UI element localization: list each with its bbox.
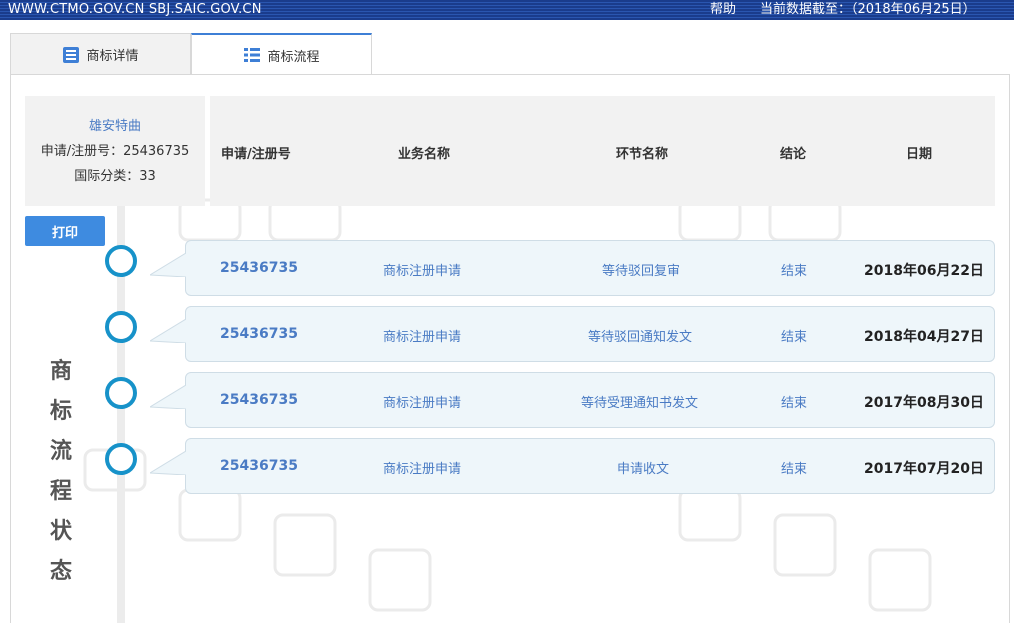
column-header-business: 业务名称 — [398, 147, 451, 162]
timeline-dot — [105, 377, 137, 409]
side-title-char: 标 — [49, 399, 72, 424]
table-header: 申请/注册号 业务名称 环节名称 结论 日期 — [210, 96, 995, 206]
timeline-row: 25436735 商标注册申请 等待驳回通知发文 结束 2018年04月27日 — [150, 306, 995, 362]
column-header-step: 环节名称 — [616, 147, 669, 162]
side-title-char: 状 — [49, 519, 72, 544]
row-step: 申请收文 — [617, 462, 670, 477]
speech-tail — [150, 451, 186, 475]
row-step: 等待驳回复审 — [602, 264, 681, 279]
row-business: 商标注册申请 — [383, 462, 462, 477]
speech-tail — [150, 253, 186, 277]
speech-tail — [150, 319, 186, 343]
side-title-char: 态 — [49, 559, 72, 584]
side-title-char: 程 — [49, 479, 72, 504]
row-result: 结束 — [781, 396, 808, 411]
row-result: 结束 — [781, 330, 808, 345]
international-class: 国际分类：33 — [74, 169, 156, 184]
row-reg-no: 25436735 — [220, 326, 298, 342]
timeline-dot — [105, 443, 137, 475]
speech-tail — [150, 385, 186, 409]
column-header-reg-no: 申请/注册号 — [221, 147, 291, 162]
side-title-char: 流 — [49, 439, 72, 464]
row-business: 商标注册申请 — [383, 264, 462, 279]
row-step: 等待驳回通知发文 — [588, 330, 693, 345]
row-reg-no: 25436735 — [220, 260, 298, 276]
print-button[interactable]: 打印 — [25, 216, 105, 246]
trademark-name: 雄安特曲 — [88, 119, 141, 134]
row-step: 等待受理通知书发文 — [581, 396, 699, 411]
row-date: 2017年08月30日 — [864, 395, 984, 411]
column-header-date: 日期 — [906, 147, 933, 162]
trademark-info-box: 雄安特曲 申请/注册号：25436735 国际分类：33 — [25, 96, 205, 206]
row-date: 2018年06月22日 — [864, 263, 984, 279]
side-title-char: 商 — [49, 359, 72, 384]
row-date: 2017年07月20日 — [864, 461, 984, 477]
row-business: 商标注册申请 — [383, 396, 462, 411]
timeline-row: 25436735 商标注册申请 等待受理通知书发文 结束 2017年08月30日 — [150, 372, 995, 428]
timeline-dot — [105, 311, 137, 343]
registration-number: 申请/注册号：25436735 — [40, 144, 190, 159]
row-result: 结束 — [781, 264, 808, 279]
row-business: 商标注册申请 — [383, 330, 462, 345]
row-reg-no: 25436735 — [220, 392, 298, 408]
timeline-row: 25436735 商标注册申请 申请收文 结束 2017年07月20日 — [150, 438, 995, 494]
row-reg-no: 25436735 — [220, 458, 298, 474]
column-header-result: 结论 — [780, 147, 807, 162]
flow-status-title: 商 标 流 程 状 态 — [45, 352, 77, 592]
timeline-dot — [105, 245, 137, 277]
timeline-row: 25436735 商标注册申请 等待驳回复审 结束 2018年06月22日 — [150, 240, 995, 296]
row-result: 结束 — [781, 462, 808, 477]
row-date: 2018年04月27日 — [864, 329, 984, 345]
